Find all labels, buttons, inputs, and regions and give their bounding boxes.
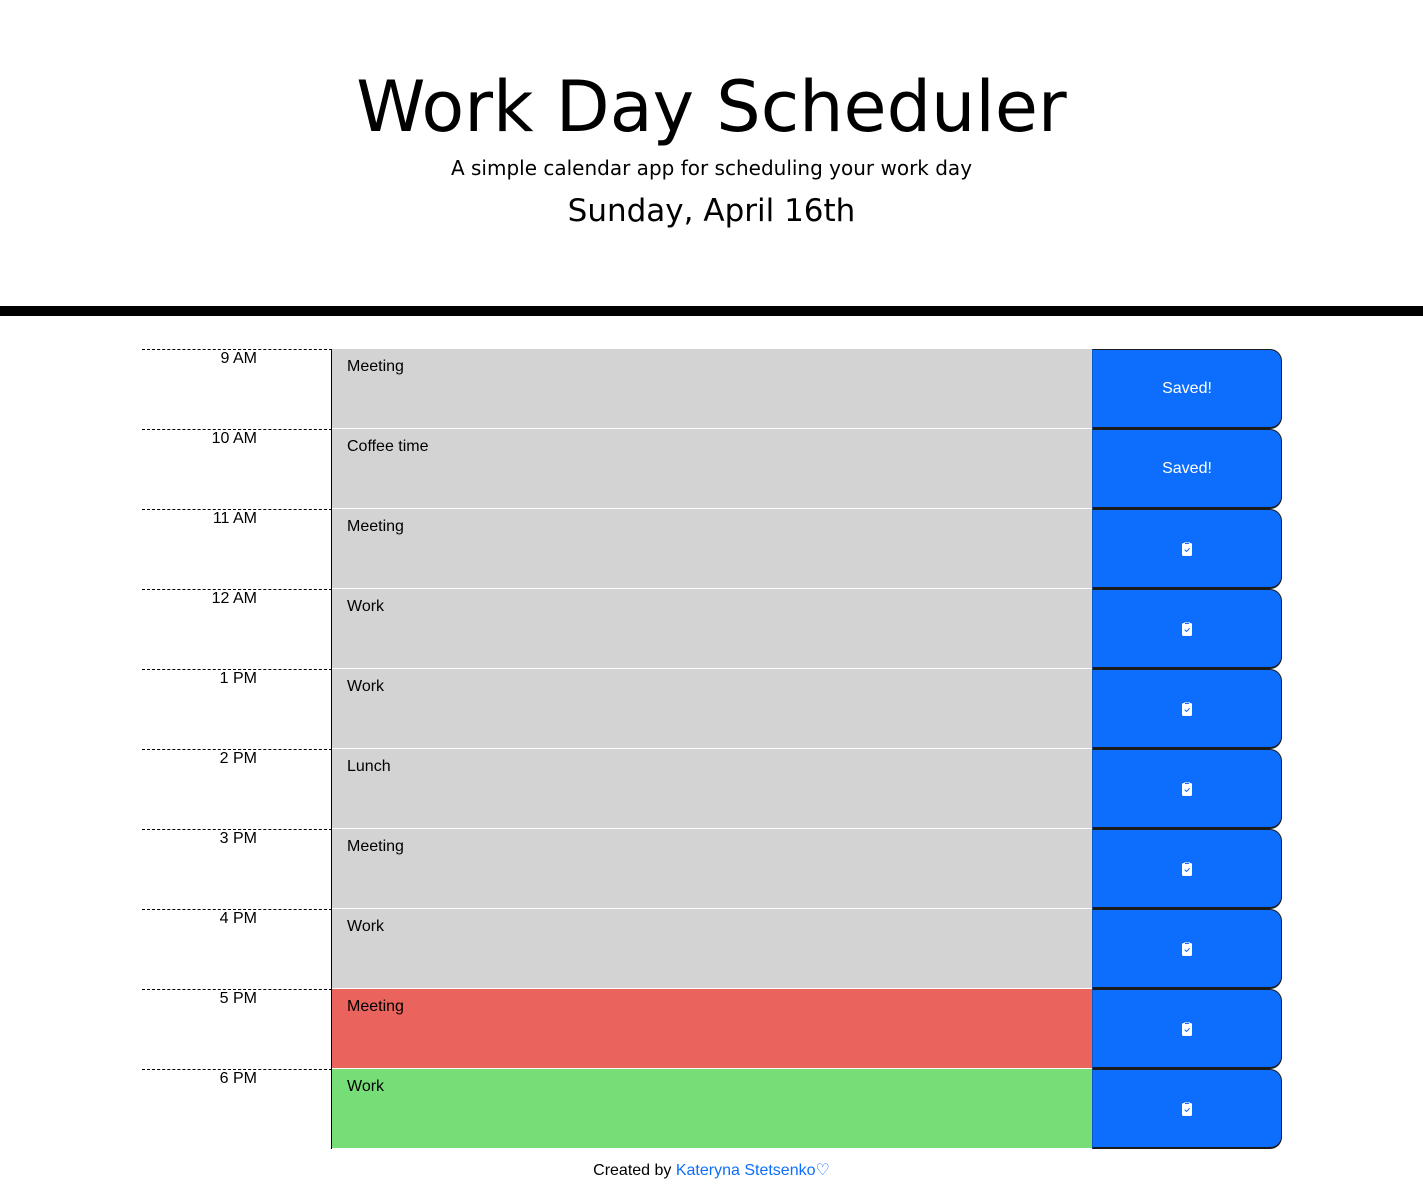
hour-label: 10 AM bbox=[142, 429, 332, 509]
time-block-row: 11 AM Meeting bbox=[142, 509, 1282, 589]
event-description-input[interactable]: Lunch bbox=[332, 749, 1092, 829]
save-button[interactable] bbox=[1092, 989, 1282, 1069]
footer-credit-prefix: Created by bbox=[593, 1162, 676, 1179]
footer: Created by Kateryna Stetsenko♡ bbox=[0, 1160, 1423, 1182]
save-button[interactable] bbox=[1092, 749, 1282, 829]
time-block-row: 12 AM Work bbox=[142, 589, 1282, 669]
time-block-row: 10 AM Coffee time Saved! bbox=[142, 429, 1282, 509]
hour-label: 3 PM bbox=[142, 829, 332, 909]
clipboard-check-icon bbox=[1179, 1101, 1195, 1117]
hour-label: 1 PM bbox=[142, 669, 332, 749]
hour-label: 4 PM bbox=[142, 909, 332, 989]
clipboard-check-icon bbox=[1179, 541, 1195, 557]
hour-label: 11 AM bbox=[142, 509, 332, 589]
clipboard-check-icon bbox=[1179, 941, 1195, 957]
time-block-row: 5 PM Meeting bbox=[142, 989, 1282, 1069]
event-description-input[interactable]: Work bbox=[332, 669, 1092, 749]
event-description-input[interactable]: Coffee time bbox=[332, 429, 1092, 509]
author-name: Kateryna Stetsenko bbox=[675, 1162, 816, 1179]
saved-button[interactable]: Saved! bbox=[1092, 349, 1282, 429]
clipboard-check-icon bbox=[1179, 621, 1195, 637]
page-title: Work Day Scheduler bbox=[356, 66, 1067, 148]
event-description-input[interactable]: Meeting bbox=[332, 509, 1092, 589]
event-description-input[interactable]: Work bbox=[332, 589, 1092, 669]
page-header: Work Day Scheduler A simple calendar app… bbox=[0, 0, 1423, 306]
clipboard-check-icon bbox=[1179, 781, 1195, 797]
hour-label: 9 AM bbox=[142, 349, 332, 429]
clipboard-check-icon bbox=[1179, 1021, 1195, 1037]
event-description-input[interactable]: Meeting bbox=[332, 989, 1092, 1069]
saved-label: Saved! bbox=[1162, 379, 1212, 397]
save-button[interactable] bbox=[1092, 829, 1282, 909]
time-block-row: 6 PM Work bbox=[142, 1069, 1282, 1149]
hour-label: 2 PM bbox=[142, 749, 332, 829]
hour-label: 6 PM bbox=[142, 1069, 332, 1149]
clipboard-check-icon bbox=[1179, 701, 1195, 717]
hour-label: 12 AM bbox=[142, 589, 332, 669]
page-subtitle: A simple calendar app for scheduling you… bbox=[450, 156, 973, 180]
save-button[interactable] bbox=[1092, 589, 1282, 669]
header-divider bbox=[0, 306, 1423, 316]
save-button[interactable] bbox=[1092, 909, 1282, 989]
save-button[interactable] bbox=[1092, 669, 1282, 749]
time-block-row: 1 PM Work bbox=[142, 669, 1282, 749]
author-link[interactable]: Kateryna Stetsenko♡ bbox=[676, 1162, 830, 1179]
saved-label: Saved! bbox=[1162, 459, 1212, 477]
heart-icon: ♡ bbox=[815, 1162, 830, 1179]
save-button[interactable] bbox=[1092, 509, 1282, 589]
current-date: Sunday, April 16th bbox=[567, 193, 856, 229]
hour-label: 5 PM bbox=[142, 989, 332, 1069]
schedule-container: 9 AM Meeting Saved! 10 AM Coffee time Saved! 1… bbox=[142, 349, 1282, 1149]
saved-button[interactable]: Saved! bbox=[1092, 429, 1282, 509]
event-description-input[interactable]: Work bbox=[332, 1069, 1092, 1149]
save-button[interactable] bbox=[1092, 1069, 1282, 1149]
event-description-input[interactable]: Meeting bbox=[332, 829, 1092, 909]
event-description-input[interactable]: Work bbox=[332, 909, 1092, 989]
time-block-row: 9 AM Meeting Saved! bbox=[142, 349, 1282, 429]
event-description-input[interactable]: Meeting bbox=[332, 349, 1092, 429]
time-block-row: 2 PM Lunch bbox=[142, 749, 1282, 829]
time-block-row: 4 PM Work bbox=[142, 909, 1282, 989]
clipboard-check-icon bbox=[1179, 861, 1195, 877]
time-block-row: 3 PM Meeting bbox=[142, 829, 1282, 909]
